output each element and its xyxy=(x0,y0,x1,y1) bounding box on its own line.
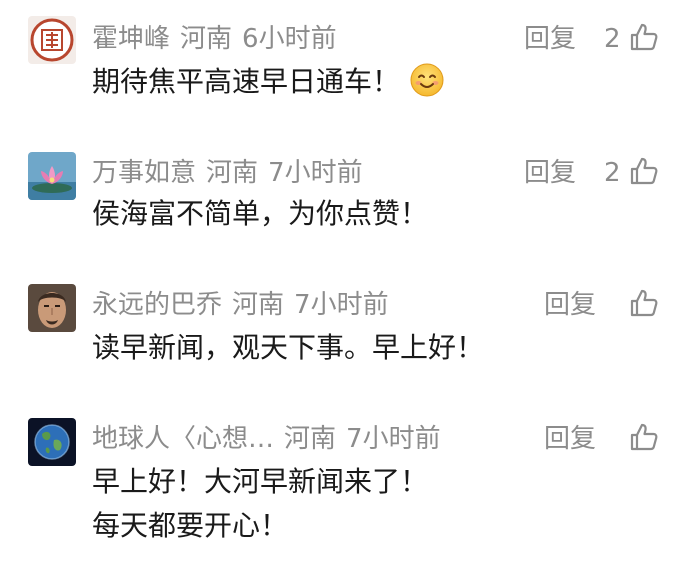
lotus-avatar[interactable] xyxy=(28,152,76,200)
seal-avatar[interactable] xyxy=(28,16,76,64)
portrait-avatar[interactable] xyxy=(28,284,76,332)
username[interactable]: 永远的巴乔 xyxy=(92,290,222,320)
like-count: 2 xyxy=(604,24,621,54)
thumbs-up-icon[interactable] xyxy=(628,287,660,319)
location: 河南 xyxy=(180,24,233,54)
reply-button[interactable]: 回复 xyxy=(524,156,576,190)
location: 河南 xyxy=(206,158,259,188)
comment-text: 期待焦平高速早日通车！ xyxy=(92,58,444,112)
username[interactable]: 地球人〈心想… xyxy=(92,424,274,454)
comment-text: 侯海富不简单，为你点赞！ xyxy=(92,197,429,230)
reply-button[interactable]: 回复 xyxy=(544,288,596,322)
comment-text: 读早新闻，观天下事。早上好！ xyxy=(92,331,485,364)
location: 河南 xyxy=(232,290,285,320)
timestamp: 7小时前 xyxy=(268,158,363,188)
like-count: 2 xyxy=(604,158,621,188)
username[interactable]: 万事如意 xyxy=(92,158,196,188)
thumbs-up-icon[interactable] xyxy=(628,21,660,53)
timestamp: 7小时前 xyxy=(346,424,441,454)
comment-meta: 永远的巴乔 河南 7小时前 xyxy=(92,288,399,322)
comment-meta: 霍坤峰 河南 6小时前 xyxy=(92,22,347,56)
location: 河南 xyxy=(284,424,337,454)
comment-meta: 地球人〈心想… 河南 7小时前 xyxy=(92,422,451,456)
comment-meta: 万事如意 河南 7小时前 xyxy=(92,156,373,190)
comment-text-line-2: 每天都要开心！ xyxy=(92,509,289,542)
comment-text-content: 期待焦平高速早日通车！ xyxy=(92,65,401,98)
thumbs-up-icon[interactable] xyxy=(628,421,660,453)
reply-button[interactable]: 回复 xyxy=(524,22,576,56)
earth-avatar[interactable] xyxy=(28,418,76,466)
comment-text-line-1: 早上好！大河早新闻来了！ xyxy=(92,465,429,498)
timestamp: 6小时前 xyxy=(242,24,337,54)
timestamp: 7小时前 xyxy=(294,290,389,320)
thumbs-up-icon[interactable] xyxy=(628,155,660,187)
reply-button[interactable]: 回复 xyxy=(544,422,596,456)
smiling-face-emoji xyxy=(410,63,444,112)
username[interactable]: 霍坤峰 xyxy=(92,24,170,54)
